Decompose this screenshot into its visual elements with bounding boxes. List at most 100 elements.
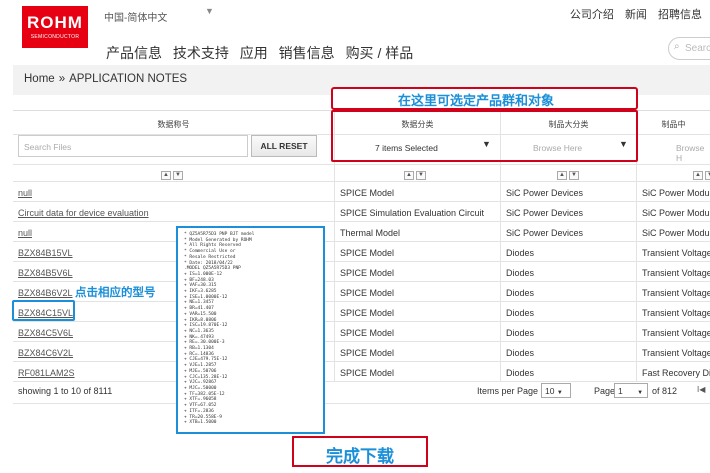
- row-sub: SiC Power Module: [636, 222, 710, 241]
- nav-support[interactable]: 技术支持: [173, 45, 229, 61]
- row-category: SPICE Model: [334, 322, 500, 341]
- file-link[interactable]: BZX84C5V6L: [18, 328, 73, 338]
- click-model-hint: 点击相应的型号: [75, 287, 156, 299]
- filter-hint-text: 在这里可选定产品群和对象: [398, 93, 555, 108]
- search-files-input[interactable]: Search Files: [18, 135, 248, 157]
- main-nav: 产品信息 技术支持 应用 销售信息 购买 / 样品: [106, 43, 420, 63]
- items-per-page-select[interactable]: 10 ▼: [541, 383, 571, 398]
- all-reset-button[interactable]: ALL RESET: [251, 135, 317, 157]
- row-category: SPICE Model: [334, 242, 500, 261]
- row-group: Diodes: [500, 322, 636, 341]
- table-row: null Thermal Model SiC Power Devices SiC…: [13, 222, 710, 242]
- row-category: SPICE Model: [334, 282, 500, 301]
- first-page-icon[interactable]: I◀: [697, 385, 705, 394]
- row-group: Diodes: [500, 302, 636, 321]
- top-links: 公司介绍 新闻 招聘信息: [562, 6, 702, 22]
- sort-up-icon[interactable]: ▲: [161, 171, 171, 180]
- nav-products[interactable]: 产品信息: [106, 45, 162, 61]
- row-category: Thermal Model: [334, 222, 500, 241]
- row-sub: Transient Voltage: [636, 302, 710, 321]
- row-sub: Transient Voltage: [636, 322, 710, 341]
- table-row: null SPICE Model SiC Power Devices SiC P…: [13, 182, 710, 202]
- logo-brand: ROHM: [27, 13, 83, 32]
- row-category: SPICE Model: [334, 302, 500, 321]
- row-group: Diodes: [500, 282, 636, 301]
- file-link[interactable]: null: [18, 188, 32, 198]
- sort-down-icon[interactable]: ▼: [173, 171, 183, 180]
- language-selector[interactable]: 中国-简体中文: [104, 9, 167, 24]
- row-group: SiC Power Devices: [500, 182, 636, 201]
- row-group: SiC Power Devices: [500, 202, 636, 221]
- row-title-cell: Circuit data for device evaluation: [13, 202, 334, 221]
- row-sub: SiC Power Module: [636, 202, 710, 221]
- divider: [13, 403, 710, 404]
- site-search-input[interactable]: ⌕ Searc: [668, 37, 710, 60]
- nav-sales[interactable]: 销售信息: [279, 45, 335, 61]
- top-link-careers[interactable]: 招聘信息: [658, 9, 702, 21]
- top-link-news[interactable]: 新闻: [625, 9, 647, 21]
- breadcrumb-separator: »: [58, 73, 66, 85]
- site-search-placeholder: Searc: [685, 43, 710, 54]
- download-complete-label: 完成下载: [292, 436, 428, 467]
- sort-down-icon[interactable]: ▼: [705, 171, 710, 180]
- items-per-page-value: 10: [545, 386, 555, 396]
- table-row: BZX84C15VL SPICE Model Diodes Transient …: [13, 302, 710, 322]
- row-group: SiC Power Devices: [500, 222, 636, 241]
- sort-cell-sub: ▲▼: [636, 165, 710, 181]
- search-icon: ⌕: [674, 41, 680, 52]
- sort-down-icon[interactable]: ▼: [416, 171, 426, 180]
- sort-down-icon[interactable]: ▼: [569, 171, 579, 180]
- items-per-page-label: Items per Page: [477, 386, 539, 396]
- table-sort-row: ▲▼ ▲▼ ▲▼ ▲▼: [13, 165, 710, 182]
- row-sub: Fast Recovery Di: [636, 362, 710, 381]
- breadcrumb-home[interactable]: Home: [24, 73, 55, 85]
- page-select[interactable]: 1 ▼: [614, 383, 648, 398]
- file-link[interactable]: BZX84C6V2L: [18, 348, 73, 358]
- file-link[interactable]: RF081LAM2S: [18, 368, 75, 378]
- table-row: RF081LAM2S SPICE Model Diodes Fast Recov…: [13, 362, 710, 382]
- row-title-cell: null: [13, 182, 334, 201]
- model-link-highlight: [12, 300, 75, 321]
- nav-buy-samples[interactable]: 购买 / 样品: [346, 45, 414, 61]
- page-total: of 812: [652, 386, 678, 396]
- table-row: BZX84B15VL SPICE Model Diodes Transient …: [13, 242, 710, 262]
- row-category: SPICE Simulation Evaluation Circuit: [334, 202, 500, 221]
- file-link[interactable]: null: [18, 228, 32, 238]
- breadcrumb: Home» APPLICATION NOTES: [24, 73, 187, 85]
- chevron-down-icon: ▼: [556, 390, 563, 396]
- file-link[interactable]: BZX84B6V2L: [18, 288, 73, 298]
- spice-model-preview: * QZ5A5R75D3 PNP BJT model * Model Gener…: [176, 226, 325, 434]
- column-header-title[interactable]: 数据称号: [13, 111, 334, 134]
- chevron-down-icon[interactable]: ▼: [205, 6, 214, 16]
- sort-up-icon[interactable]: ▲: [404, 171, 414, 180]
- file-link[interactable]: BZX84B15VL: [18, 248, 73, 258]
- row-sub: Transient Voltage: [636, 342, 710, 361]
- file-link[interactable]: BZX84B5V6L: [18, 268, 73, 278]
- row-category: SPICE Model: [334, 262, 500, 281]
- table-row: BZX84C5V6L SPICE Model Diodes Transient …: [13, 322, 710, 342]
- sort-up-icon[interactable]: ▲: [557, 171, 567, 180]
- filter-highlight-box: [331, 110, 638, 162]
- file-link[interactable]: Circuit data for device evaluation: [18, 208, 149, 218]
- product-sub-select[interactable]: Browse H: [676, 143, 710, 163]
- table-row: Circuit data for device evaluation SPICE…: [13, 202, 710, 222]
- nav-applications[interactable]: 应用: [240, 45, 268, 61]
- row-group: Diodes: [500, 362, 636, 381]
- sort-cell-title: ▲ ▼: [13, 165, 334, 181]
- row-category: SPICE Model: [334, 362, 500, 381]
- logo-sub: SEMICONDUCTOR: [30, 34, 80, 40]
- row-sub: Transient Voltage: [636, 282, 710, 301]
- row-group: Diodes: [500, 262, 636, 281]
- row-sub: Transient Voltage: [636, 262, 710, 281]
- breadcrumb-current: APPLICATION NOTES: [69, 73, 188, 85]
- sort-cell-category: ▲ ▼: [334, 165, 500, 181]
- top-link-company[interactable]: 公司介绍: [570, 9, 614, 21]
- row-category: SPICE Model: [334, 182, 500, 201]
- sort-up-icon[interactable]: ▲: [693, 171, 703, 180]
- table-row: BZX84C6V2L SPICE Model Diodes Transient …: [13, 342, 710, 362]
- rohm-logo[interactable]: ROHM SEMICONDUCTOR: [22, 6, 88, 48]
- column-header-product-sub[interactable]: 制品中: [636, 111, 710, 134]
- row-sub: Transient Voltage: [636, 242, 710, 261]
- row-sub: SiC Power Module: [636, 182, 710, 201]
- row-group: Diodes: [500, 342, 636, 361]
